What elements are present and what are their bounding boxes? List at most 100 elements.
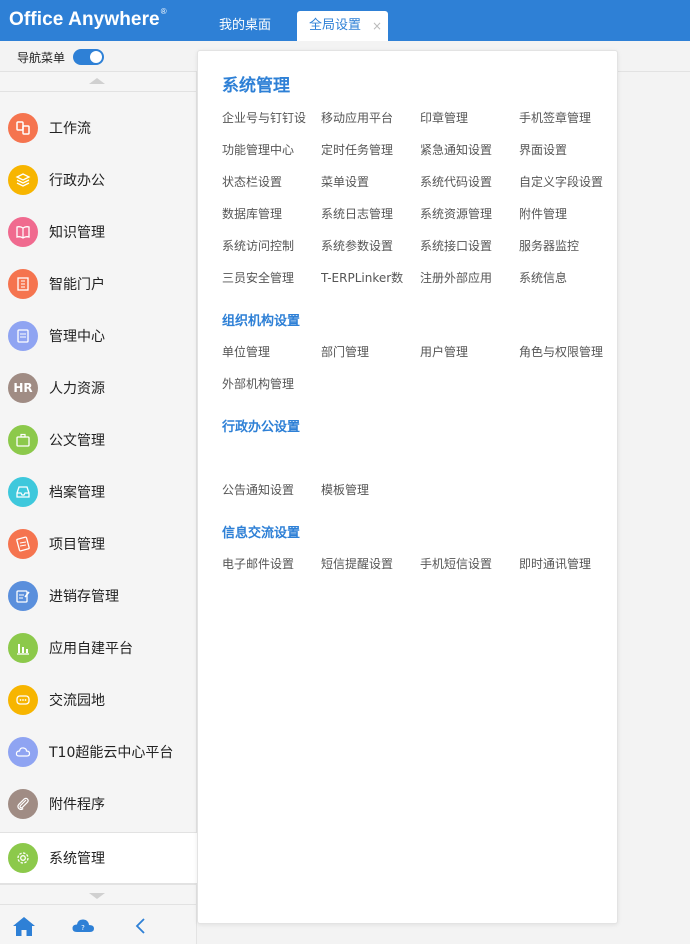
section-title-org: 组织机构设置 [222,314,301,329]
link-system-resources[interactable]: 系统资源管理 [420,205,508,222]
sidebar-item-label: 交流园地 [49,693,105,709]
tab-global-settings[interactable]: 全局设置 × [297,11,388,41]
sidebar-item-label: 档案管理 [49,485,105,501]
hr-icon: HR [8,373,38,403]
bar-chart-icon [8,633,38,663]
system-management-panel: 系统管理 企业号与钉钉设 移动应用平台 印章管理 手机签章管理 功能管理中心 定… [197,50,618,924]
link-department-management[interactable]: 部门管理 [321,343,409,360]
link-custom-fields[interactable]: 自定义字段设置 [519,173,607,190]
sidebar-item-archive[interactable]: 档案管理 [0,467,196,519]
sidebar-item-label: 管理中心 [49,329,105,345]
nav-menu-toggle[interactable] [73,49,104,65]
link-database[interactable]: 数据库管理 [222,205,310,222]
sidebar-item-management-center[interactable]: 管理中心 [0,311,196,363]
link-scheduled-tasks[interactable]: 定时任务管理 [321,141,409,158]
top-bar: Office Anywhere® 我的桌面 全局设置 × [0,0,690,41]
link-user-management[interactable]: 用户管理 [420,343,508,360]
link-erplinker[interactable]: T-ERPLinker数 [321,269,409,286]
sidebar-item-label: T10超能云中心平台 [49,745,174,761]
sidebar-item-label: 人力资源 [49,381,105,397]
scroll-down-button[interactable] [0,884,196,904]
link-system-info[interactable]: 系统信息 [519,269,607,286]
building-icon [8,269,38,299]
link-mobile-signature[interactable]: 手机签章管理 [519,109,607,126]
checklist-icon [8,529,38,559]
link-statusbar-settings[interactable]: 状态栏设置 [222,173,310,190]
sidebar-item-inventory[interactable]: 进销存管理 [0,571,196,623]
sidebar-item-label: 系统管理 [49,851,105,867]
paperclip-icon [8,789,38,819]
svg-text:?: ? [81,924,85,932]
sidebar-item-admin-office[interactable]: 行政办公 [0,155,196,207]
link-enterprise-dingtalk[interactable]: 企业号与钉钉设 [222,109,310,126]
toggle-knob [90,51,102,63]
panel-title: 系统管理 [222,76,290,96]
nav-menu-toggle-label: 导航菜单 [17,51,66,65]
cloud-icon [8,737,38,767]
sidebar-item-label: 行政办公 [49,173,105,189]
cloud-help-icon[interactable]: ? [71,915,95,937]
sidebar-item-label: 项目管理 [49,537,105,553]
link-mobile-sms[interactable]: 手机短信设置 [420,555,508,572]
link-interface-settings[interactable]: 界面设置 [519,141,607,158]
tab-my-desktop[interactable]: 我的桌面 [207,11,283,41]
sidebar-item-label: 公文管理 [49,433,105,449]
link-email-settings[interactable]: 电子邮件设置 [222,555,310,572]
collapse-arrow-icon[interactable] [130,915,154,937]
section-title-admin-office: 行政办公设置 [222,420,301,435]
sidebar-item-label: 工作流 [49,121,91,137]
sidebar-bottom-bar: ? [0,904,196,944]
section-title-communication: 信息交流设置 [222,526,301,541]
sidebar-item-label: 应用自建平台 [49,641,133,657]
tab-global-settings-label: 全局设置 [309,18,362,33]
sidebar-item-workflow[interactable]: 工作流 [0,103,196,155]
link-sms-reminder[interactable]: 短信提醒设置 [321,555,409,572]
app-logo: Office Anywhere® [9,6,167,30]
sidebar-item-app-builder[interactable]: 应用自建平台 [0,623,196,675]
link-instant-messaging[interactable]: 即时通讯管理 [519,555,607,572]
sidebar-item-knowledge[interactable]: 知识管理 [0,207,196,259]
link-role-permissions[interactable]: 角色与权限管理 [519,343,607,360]
link-attachment-management[interactable]: 附件管理 [519,205,607,222]
link-system-interface[interactable]: 系统接口设置 [420,237,508,254]
link-system-code[interactable]: 系统代码设置 [420,173,508,190]
link-external-org[interactable]: 外部机构管理 [222,375,310,392]
link-menu-settings[interactable]: 菜单设置 [321,173,409,190]
chat-icon [8,685,38,715]
link-server-monitor[interactable]: 服务器监控 [519,237,607,254]
link-emergency-notice[interactable]: 紧急通知设置 [420,141,508,158]
link-system-parameters[interactable]: 系统参数设置 [321,237,409,254]
link-three-member-security[interactable]: 三员安全管理 [222,269,310,286]
arrow-down-icon [89,893,105,899]
link-mobile-platform[interactable]: 移动应用平台 [321,109,409,126]
scroll-up-button[interactable] [0,72,196,92]
sidebar-item-hr[interactable]: HR 人力资源 [0,363,196,415]
gear-icon [8,843,38,873]
sidebar-item-attachments[interactable]: 附件程序 [0,779,196,831]
link-function-center[interactable]: 功能管理中心 [222,141,310,158]
sidebar-item-document-mgmt[interactable]: 公文管理 [0,415,196,467]
sidebar-item-portal[interactable]: 智能门户 [0,259,196,311]
close-icon[interactable]: × [372,11,382,41]
home-icon[interactable] [12,915,36,937]
sidebar-item-label: 知识管理 [49,225,105,241]
briefcase-icon [8,425,38,455]
link-external-apps[interactable]: 注册外部应用 [420,269,508,286]
document-icon [8,321,38,351]
link-seal-management[interactable]: 印章管理 [420,109,508,126]
arrow-up-icon [89,78,105,84]
book-icon [8,217,38,247]
sidebar-item-label: 智能门户 [49,277,105,293]
sidebar: 工作流 行政办公 知识管理 智能门户 管理中心 HR 人力资源 公文管理 档案管… [0,72,198,944]
link-notice-settings[interactable]: 公告通知设置 [222,481,310,498]
link-unit-management[interactable]: 单位管理 [222,343,310,360]
link-template-management[interactable]: 模板管理 [321,481,409,498]
edit-note-icon [8,581,38,611]
link-access-control[interactable]: 系统访问控制 [222,237,310,254]
inbox-icon [8,477,38,507]
sidebar-item-t10-cloud[interactable]: T10超能云中心平台 [0,727,196,779]
sidebar-item-project[interactable]: 项目管理 [0,519,196,571]
sidebar-item-community[interactable]: 交流园地 [0,675,196,727]
link-system-log[interactable]: 系统日志管理 [321,205,409,222]
sidebar-item-system-management[interactable]: 系统管理 [0,832,198,884]
